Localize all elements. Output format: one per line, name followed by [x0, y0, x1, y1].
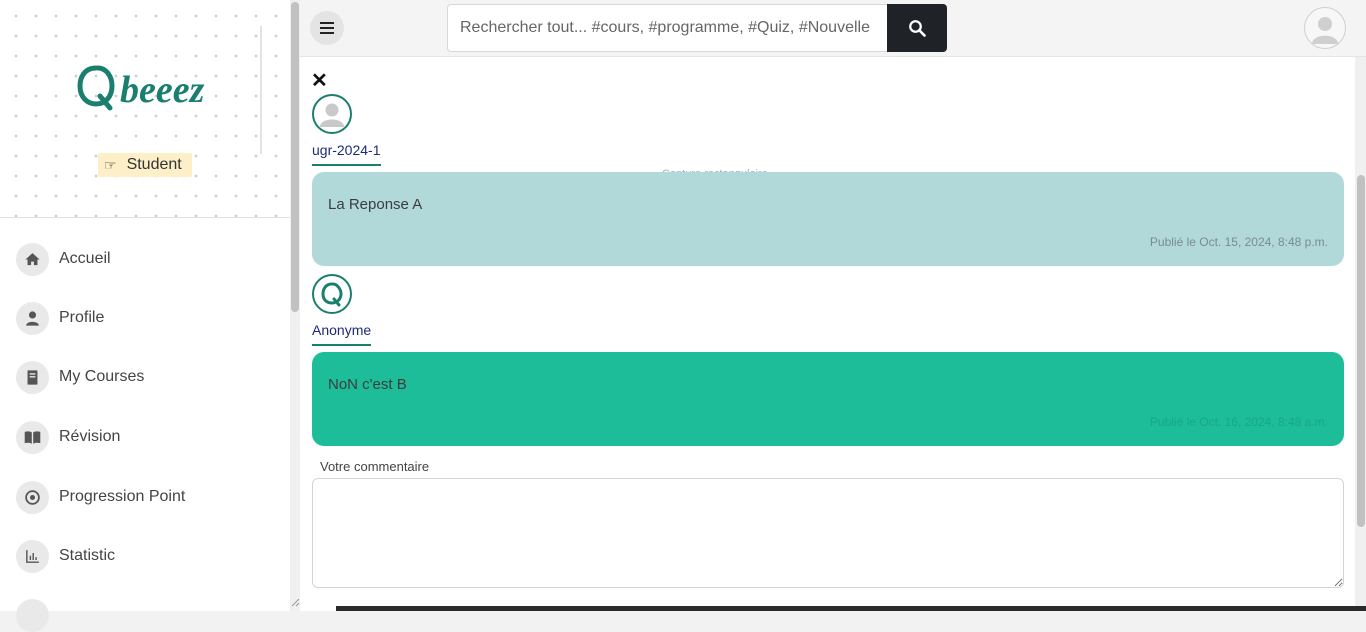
person-icon: [16, 301, 49, 335]
search-bar: [447, 4, 947, 52]
sidebar-item-more[interactable]: [16, 598, 49, 632]
sidebar-item-label: Profile: [59, 309, 105, 326]
main-scrollbar-thumb[interactable]: [1357, 175, 1365, 527]
search-icon: [909, 20, 926, 37]
sidebar-item-revision[interactable]: Révision: [16, 420, 120, 454]
target-icon: [16, 480, 49, 514]
brand-area: beeez ☞ Student: [0, 0, 290, 218]
avatar: [312, 274, 352, 314]
topbar: [300, 0, 1366, 57]
beeez-logo[interactable]: beeez: [76, 58, 226, 118]
sidebar-item-label: Statistic: [59, 547, 116, 564]
logo-text: beeez: [120, 69, 205, 111]
user-avatar-icon: [1312, 17, 1338, 44]
open-book-icon: [16, 420, 49, 454]
post-bubble: La Reponse A Publié le Oct. 15, 2024, 8:…: [312, 172, 1344, 266]
comment-thread-panel: ✕ ugr-2024-1 Capture rectangulaire La Re…: [300, 57, 1355, 611]
role-label: Student: [126, 156, 182, 173]
bar-chart-icon: [16, 539, 49, 573]
user-avatar[interactable]: [1304, 7, 1346, 49]
sidebar-item-label: Révision: [59, 428, 121, 445]
sidebar-scrollbar[interactable]: [290, 0, 300, 611]
close-icon[interactable]: ✕: [311, 71, 328, 91]
role-badge: ☞ Student: [98, 153, 192, 177]
resize-grip-icon: [291, 598, 300, 607]
sidebar-item-label: Progression Point: [59, 488, 186, 505]
user-avatar-icon: [320, 103, 344, 127]
hamburger-icon: [320, 22, 334, 34]
sidebar-item-accueil[interactable]: Accueil: [16, 242, 111, 276]
book-icon: [16, 360, 49, 394]
post-author[interactable]: ugr-2024-1: [312, 142, 381, 166]
post-timestamp: Publié le Oct. 16, 2024, 8:48 a.m.: [1149, 415, 1328, 429]
search-button[interactable]: [887, 4, 947, 52]
sidebar-item-label: My Courses: [59, 368, 145, 385]
menu-toggle-button[interactable]: [310, 11, 344, 45]
post-author[interactable]: Anonyme: [312, 322, 372, 346]
post-text: NoN c'est B: [328, 376, 407, 393]
pointing-hand-icon: ☞: [104, 156, 117, 173]
avatar: [312, 94, 352, 134]
home-icon: [16, 242, 49, 276]
sidebar-item-statistic[interactable]: Statistic: [16, 539, 115, 573]
more-icon: [16, 598, 49, 632]
sidebar-scrollbar-thumb[interactable]: [291, 2, 299, 312]
qbeeez-logo-icon: [321, 282, 343, 307]
sidebar-item-label: Accueil: [59, 250, 111, 267]
post-text: La Reponse A: [328, 196, 423, 213]
search-input[interactable]: [447, 4, 887, 52]
main-scrollbar[interactable]: [1355, 57, 1366, 611]
brand-divider: [260, 26, 262, 154]
sidebar-item-profile[interactable]: Profile: [16, 301, 104, 335]
comment-textarea[interactable]: [312, 478, 1344, 588]
sidebar-item-my-courses[interactable]: My Courses: [16, 360, 144, 394]
comment-label: Votre commentaire: [320, 459, 430, 474]
post-bubble: NoN c'est B Publié le Oct. 16, 2024, 8:4…: [312, 352, 1344, 446]
taskbar-strip: [336, 606, 1366, 611]
sidebar: beeez ☞ Student Accueil Profile My Cours…: [0, 0, 290, 632]
sidebar-item-progression-point[interactable]: Progression Point: [16, 480, 185, 514]
post-timestamp: Publié le Oct. 15, 2024, 8:48 p.m.: [1149, 235, 1328, 249]
